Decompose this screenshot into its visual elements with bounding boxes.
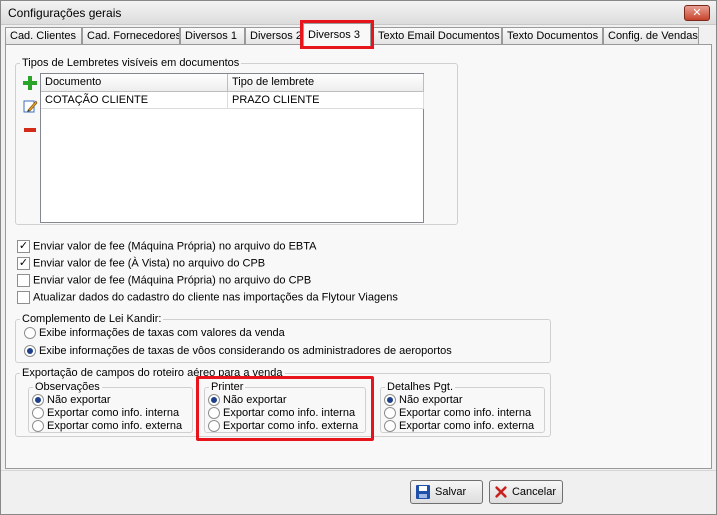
observacoes-legend: Observações (35, 381, 100, 393)
cancel-button[interactable]: Cancelar (489, 480, 563, 504)
checkbox-atualizar-flytour[interactable]: Atualizar dados do cadastro do cliente n… (17, 291, 398, 306)
tab-cad-fornecedores[interactable]: Cad. Fornecedores (82, 27, 180, 45)
tab-label: Cad. Clientes (10, 30, 77, 42)
radio-dot[interactable] (32, 394, 44, 407)
radio-dot[interactable] (24, 345, 36, 358)
tab-diversos-2[interactable]: Diversos 2 (245, 27, 301, 45)
radio-pgt-info-interna[interactable]: Exportar como info. interna (384, 407, 531, 421)
tab-label: Diversos 2 (250, 30, 301, 42)
checkbox-fee-maquina-ebta[interactable]: ✓ Enviar valor de fee (Máquina Própria) n… (17, 240, 317, 255)
tab-diversos-1[interactable]: Diversos 1 (180, 27, 245, 45)
radio-label: Exibe informações de taxas com valores d… (39, 327, 285, 340)
radio-dot[interactable] (32, 420, 44, 433)
checkbox-box[interactable] (17, 274, 30, 287)
radio-label: Não exportar (399, 394, 463, 407)
checkbox-label: Enviar valor de fee (Máquina Própria) no… (33, 240, 317, 253)
radio-dot[interactable] (384, 394, 396, 407)
tab-config-de-vendas[interactable]: Config. de Vendas (603, 27, 699, 45)
tab-texto-email-documentos[interactable]: Texto Email Documentos (373, 27, 502, 45)
lei-kandir-legend: Complemento de Lei Kandir: (22, 313, 162, 325)
reminders-table[interactable]: Documento Tipo de lembrete COTAÇÃO CLIEN… (40, 73, 424, 223)
tab-label: Texto Documentos (507, 30, 599, 42)
radio-dot[interactable] (32, 407, 44, 420)
checkbox-box[interactable]: ✓ (17, 257, 30, 270)
tab-label: Diversos 3 (308, 29, 360, 41)
tab-label: Cad. Fornecedores (87, 30, 180, 42)
save-button[interactable]: Salvar (410, 480, 483, 504)
detalhes-pgt-legend: Detalhes Pgt. (387, 381, 454, 393)
checkbox-label: Atualizar dados do cadastro do cliente n… (33, 291, 398, 304)
title-bar: Configurações gerais ✕ (1, 1, 716, 25)
checkbox-fee-maquina-cpb[interactable]: Enviar valor de fee (Máquina Própria) no… (17, 274, 311, 289)
radio-dot[interactable] (384, 407, 396, 420)
radio-label: Exportar como info. externa (47, 420, 183, 433)
table-row[interactable]: COTAÇÃO CLIENTE PRAZO CLIENTE (41, 92, 424, 109)
footer-separator (1, 470, 716, 471)
tab-label: Texto Email Documentos (378, 30, 500, 42)
column-header-tipo-lembrete[interactable]: Tipo de lembrete (228, 74, 424, 92)
checkbox-fee-vista-cpb[interactable]: ✓ Enviar valor de fee (À Vista) no arquiv… (17, 257, 265, 272)
tab-diversos-3[interactable]: Diversos 3 (300, 20, 374, 49)
table-header: Documento Tipo de lembrete (41, 74, 424, 92)
tab-label: Diversos 1 (185, 30, 237, 42)
radio-dot[interactable] (384, 420, 396, 433)
cell-tipo-lembrete: PRAZO CLIENTE (228, 92, 424, 109)
tab-label: Config. de Vendas (608, 30, 698, 42)
radio-obs-info-interna[interactable]: Exportar como info. interna (32, 407, 179, 421)
radio-pgt-info-externa[interactable]: Exportar como info. externa (384, 420, 534, 434)
remove-icon[interactable] (22, 122, 38, 138)
tab-texto-documentos[interactable]: Texto Documentos (502, 27, 603, 45)
add-icon[interactable] (22, 75, 38, 91)
radio-label: Exibe informações de taxas de vôos consi… (39, 345, 452, 358)
radio-label: Exportar como info. interna (399, 407, 532, 420)
floppy-disk-icon (416, 485, 430, 499)
tab-panel-diversos-3: Tipos de Lembretes visíveis em documento… (5, 44, 712, 469)
edit-icon[interactable] (22, 98, 38, 114)
radio-label: Não exportar (47, 394, 111, 407)
radio-label: Exportar como info. externa (399, 420, 535, 433)
radio-kandir-administradores[interactable]: Exibe informações de taxas de vôos consi… (24, 345, 452, 359)
checkbox-box[interactable] (17, 291, 30, 304)
save-button-label: Salvar (435, 486, 467, 498)
cancel-button-label: Cancelar (511, 486, 556, 498)
tab-strip: Cad. Clientes Cad. Fornecedores Diversos… (5, 20, 713, 49)
printer-highlight (196, 376, 374, 441)
radio-dot[interactable] (24, 327, 36, 340)
radio-label: Exportar como info. interna (47, 407, 180, 420)
radio-pgt-nao-exportar[interactable]: Não exportar (384, 394, 463, 408)
column-header-documento[interactable]: Documento (41, 74, 228, 92)
settings-window: Configurações gerais ✕ Cad. Clientes Cad… (0, 0, 717, 515)
close-button[interactable]: ✕ (684, 5, 710, 21)
radio-kandir-valores-venda[interactable]: Exibe informações de taxas com valores d… (24, 327, 285, 341)
checkbox-label: Enviar valor de fee (Máquina Própria) no… (33, 274, 312, 287)
cancel-x-icon (495, 486, 507, 498)
radio-obs-info-externa[interactable]: Exportar como info. externa (32, 420, 182, 434)
cell-documento: COTAÇÃO CLIENTE (41, 92, 228, 109)
checkbox-box[interactable]: ✓ (17, 240, 30, 253)
radio-obs-nao-exportar[interactable]: Não exportar (32, 394, 111, 408)
window-title: Configurações gerais (8, 6, 122, 20)
checkbox-label: Enviar valor de fee (À Vista) no arquivo… (33, 257, 266, 270)
reminders-legend: Tipos de Lembretes visíveis em documento… (22, 57, 240, 69)
tab-cad-clientes[interactable]: Cad. Clientes (5, 27, 82, 45)
